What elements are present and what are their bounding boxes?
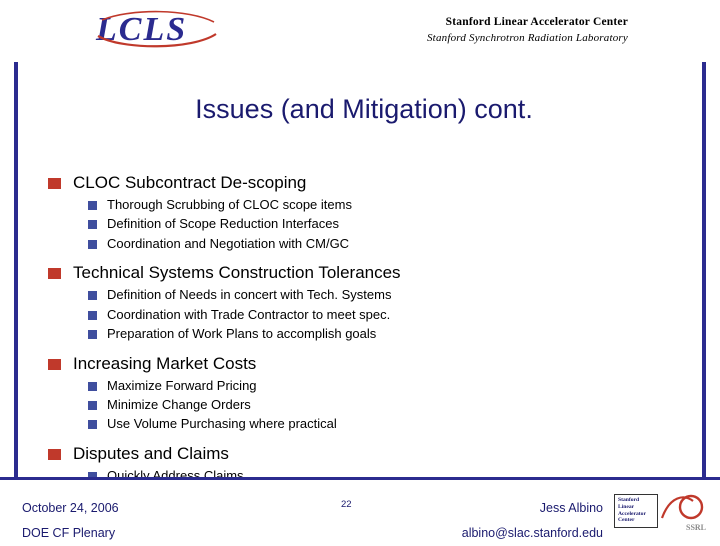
level2-bullet-icon: [88, 220, 97, 230]
level2-bullet-icon: [88, 400, 97, 410]
level2-bullet-icon: [88, 291, 97, 301]
level1-bullet-icon: [48, 448, 61, 460]
slide: LCLS Stanford Linear Accelerator Center …: [0, 0, 720, 540]
footer-right-block: Jess Albino albino@slac.stanford.edu: [462, 496, 603, 546]
slide-body-panel: Issues (and Mitigation) cont. CLOC Subco…: [14, 62, 706, 522]
list-item: Use Volume Purchasing where practical: [34, 415, 694, 433]
list-item: Increasing Market Costs: [34, 353, 694, 376]
page-number: 22: [341, 499, 352, 510]
list-item: Coordination and Negotiation with CM/GC: [34, 235, 694, 253]
sub-point: Minimize Change Orders: [107, 396, 251, 412]
level2-bullet-icon: [88, 330, 97, 340]
sub-point: Coordination with Trade Contractor to me…: [107, 306, 391, 322]
section-heading: Technical Systems Construction Tolerance…: [73, 263, 401, 283]
sub-point: Thorough Scrubbing of CLOC scope items: [107, 196, 352, 212]
sublist: Definition of Needs in concert with Tech…: [34, 286, 694, 343]
badge-line-4: Center: [618, 517, 635, 524]
badge-line-1: Stanford: [618, 497, 640, 503]
slide-header: LCLS Stanford Linear Accelerator Center …: [0, 0, 720, 62]
author-email[interactable]: albino@slac.stanford.edu: [462, 521, 603, 546]
badge-line-3: Accelerator: [618, 510, 646, 517]
sub-point: Preparation of Work Plans to accomplish …: [107, 326, 377, 342]
badge-line-2: Linear: [618, 503, 635, 510]
sublist: Thorough Scrubbing of CLOC scope items D…: [34, 196, 694, 253]
list-item: Coordination with Trade Contractor to me…: [34, 306, 694, 324]
level2-bullet-icon: [88, 239, 97, 249]
slide-footer: October 24, 2006 DOE CF Plenary 22 Jess …: [0, 477, 720, 540]
footer-left-block: October 24, 2006 DOE CF Plenary: [22, 496, 119, 546]
sub-point: Use Volume Purchasing where practical: [107, 416, 337, 432]
level2-bullet-icon: [88, 310, 97, 320]
sub-point: Coordination and Negotiation with CM/GC: [107, 235, 350, 251]
org-line-2: Stanford Synchrotron Radiation Laborator…: [426, 31, 628, 44]
level1-bullet-icon: [48, 358, 61, 370]
footer-date: October 24, 2006: [22, 501, 119, 515]
level1-bullet-icon: [48, 268, 61, 280]
sub-point: Definition of Scope Reduction Interfaces: [107, 216, 339, 232]
list-item: Definition of Needs in concert with Tech…: [34, 286, 694, 304]
list-item: Definition of Scope Reduction Interfaces: [34, 215, 694, 233]
sublist: Maximize Forward Pricing Minimize Change…: [34, 377, 694, 434]
footer-event: DOE CF Plenary: [22, 526, 116, 540]
sub-point: Definition of Needs in concert with Tech…: [107, 287, 392, 303]
svg-text:SSRL: SSRL: [686, 523, 706, 532]
list-item: CLOC Subcontract De-scoping: [34, 172, 694, 195]
level1-bullet-icon: [48, 178, 61, 189]
section-heading: Disputes and Claims: [73, 443, 229, 463]
list-item: Technical Systems Construction Tolerance…: [34, 262, 694, 285]
list-item: Preparation of Work Plans to accomplish …: [34, 325, 694, 343]
author-name: Jess Albino: [539, 501, 603, 515]
section-heading: Increasing Market Costs: [73, 353, 257, 373]
list-item: Thorough Scrubbing of CLOC scope items: [34, 196, 694, 214]
org-line-1: Stanford Linear Accelerator Center: [445, 16, 628, 28]
svg-text:LCLS: LCLS: [95, 11, 187, 48]
list-item: Maximize Forward Pricing: [34, 377, 694, 395]
section-heading: CLOC Subcontract De-scoping: [73, 173, 307, 192]
sub-point: Maximize Forward Pricing: [107, 377, 257, 393]
list-item: Minimize Change Orders: [34, 396, 694, 414]
list-item: Disputes and Claims: [34, 443, 694, 466]
level2-bullet-icon: [88, 200, 97, 210]
slac-badge-logo: Stanford Linear Accelerator Center: [614, 494, 658, 528]
level2-bullet-icon: [88, 420, 97, 430]
page-title: Issues (and Mitigation) cont.: [195, 94, 533, 124]
organization-name: Stanford Linear Accelerator Center Stanf…: [427, 14, 628, 47]
level2-bullet-icon: [88, 381, 97, 391]
ssrl-logo-icon: SSRL: [660, 492, 710, 532]
lcls-logo-icon: LCLS: [92, 6, 222, 50]
